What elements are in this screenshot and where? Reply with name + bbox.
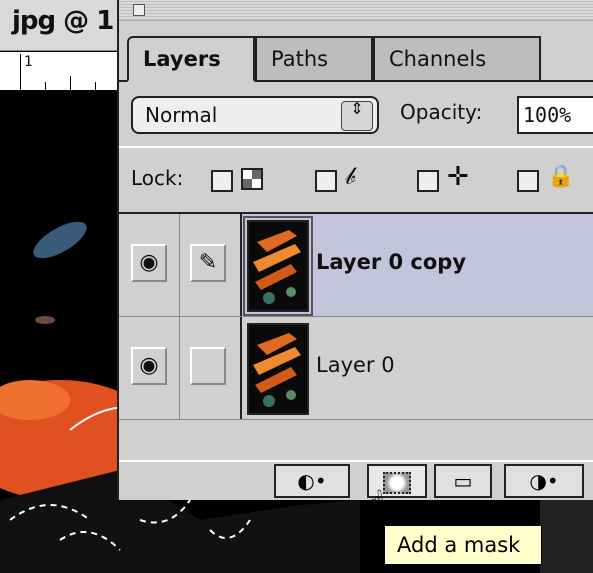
blend-mode-select[interactable]: Normal ⇕: [131, 96, 379, 134]
ruler-number: 1: [24, 54, 33, 70]
lock-all-checkbox[interactable]: [517, 170, 539, 192]
layer-name[interactable]: Layer 0 copy: [316, 250, 466, 274]
tab-layers[interactable]: Layers: [127, 36, 255, 82]
ruler-tick: [45, 82, 46, 90]
layer-thumbnail: [243, 216, 313, 316]
palette-titlebar[interactable]: [119, 0, 593, 21]
horizontal-ruler: 1: [0, 52, 122, 91]
lock-label: Lock:: [131, 166, 184, 190]
empty-link-box[interactable]: [190, 347, 226, 385]
document-titlebar[interactable]: jpg @ 1: [0, 0, 130, 51]
close-box-icon[interactable]: [133, 4, 145, 16]
transparency-icon: [241, 168, 263, 190]
move-icon: ✛: [447, 162, 469, 192]
link-cell[interactable]: ✎: [180, 214, 242, 316]
mask-icon: [383, 472, 411, 494]
ruler-tick: [95, 82, 96, 90]
opacity-label: Opacity:: [400, 100, 483, 124]
layer-styles-button[interactable]: ◐•: [274, 464, 350, 498]
adjustment-layer-button[interactable]: ◑•: [504, 464, 584, 498]
lock-transparency-checkbox[interactable]: [211, 170, 233, 192]
lock-position-checkbox[interactable]: [417, 170, 439, 192]
eye-icon[interactable]: ◉: [131, 244, 167, 282]
palette-bottom-bar: ◐• ▭ ◑•: [119, 462, 593, 500]
visibility-cell[interactable]: ◉: [119, 317, 180, 419]
brush-icon[interactable]: ✎: [190, 244, 226, 282]
blend-options-row: Normal ⇕ Opacity: 100%: [119, 82, 593, 148]
new-layer-set-button[interactable]: ▭: [434, 464, 492, 498]
layer-thumbnail: [247, 323, 309, 415]
ruler-tick: [70, 76, 71, 90]
select-arrows-icon: ⇕: [341, 101, 373, 131]
layer-row[interactable]: ◉ ✎ Layer 0 copy: [119, 214, 593, 317]
lock-row: Lock: 𝒷 ✛ 🔒: [119, 148, 593, 214]
tooltip: Add a mask: [384, 525, 542, 565]
layer-name[interactable]: Layer 0: [316, 353, 395, 377]
tab-paths[interactable]: Paths: [255, 36, 373, 80]
palette-tabs: Layers Paths Channels: [119, 24, 593, 82]
layers-palette: Layers Paths Channels Normal ⇕ Opacity: …: [117, 0, 593, 500]
blend-mode-value: Normal: [145, 103, 218, 127]
layer-row[interactable]: ◉ Layer 0: [119, 317, 593, 420]
lock-icon: 🔒: [547, 164, 575, 189]
tab-channels[interactable]: Channels: [373, 36, 541, 80]
link-cell[interactable]: [180, 317, 242, 419]
brush-icon: 𝒷: [345, 162, 356, 190]
eye-icon[interactable]: ◉: [131, 347, 167, 385]
visibility-cell[interactable]: ◉: [119, 214, 180, 316]
opacity-input[interactable]: 100%: [517, 96, 593, 134]
layers-empty-area: [119, 420, 593, 462]
lock-image-checkbox[interactable]: [315, 170, 337, 192]
document-title: jpg @ 1: [12, 6, 114, 36]
ruler-tick: [20, 54, 21, 90]
